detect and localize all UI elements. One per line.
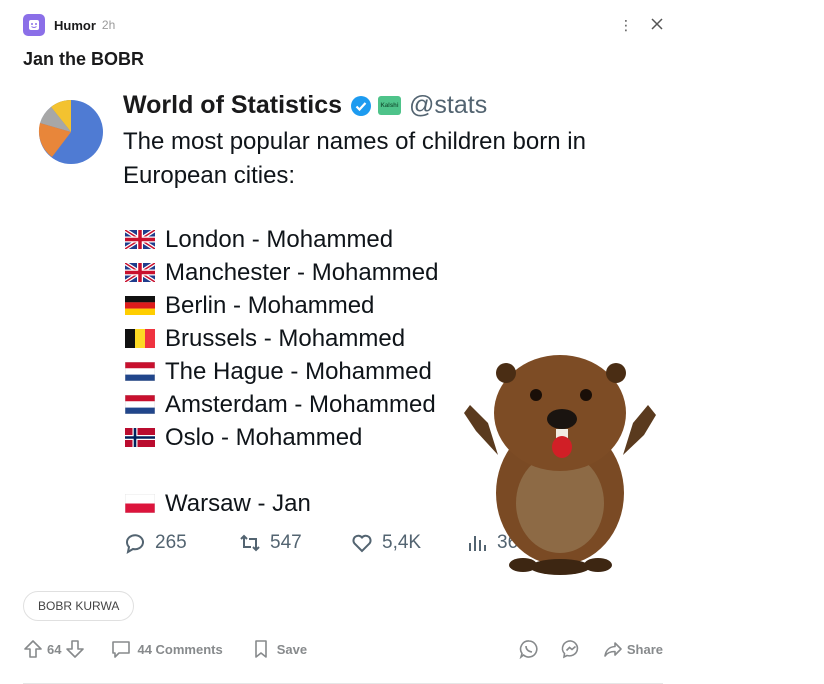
save-button[interactable]: Save	[251, 639, 307, 659]
author-name: World of Statistics	[123, 91, 343, 119]
close-icon[interactable]	[651, 17, 663, 33]
pie-chart-avatar	[38, 99, 103, 164]
netherlands-flag-icon	[125, 395, 155, 414]
kebab-icon[interactable]: ⋮	[619, 17, 633, 34]
germany-flag-icon	[125, 296, 155, 315]
community-icon[interactable]	[23, 14, 45, 36]
tweet-text: The most popular names of children born …	[123, 128, 586, 189]
vote-count: 64	[47, 641, 62, 657]
verified-icon	[351, 95, 372, 116]
whatsapp-icon[interactable]	[519, 639, 539, 659]
flair-tag[interactable]: BOBR KURWA	[23, 591, 135, 621]
uk-flag-icon	[125, 230, 155, 249]
norway-flag-icon	[125, 428, 155, 447]
list-item: Berlin - Mohammed	[125, 289, 438, 322]
tweet-author: World of Statistics Kalshi @stats	[123, 91, 487, 120]
belgium-flag-icon	[125, 329, 155, 348]
upvote-icon[interactable]	[23, 639, 43, 659]
share-icon	[604, 642, 622, 657]
list-item: Brussels - Mohammed	[125, 322, 438, 355]
poland-flag-icon	[125, 494, 155, 513]
list-item: Manchester - Mohammed	[125, 256, 438, 289]
post-header: Humor 2h ⋮	[23, 13, 663, 37]
community-name[interactable]: Humor	[54, 18, 96, 33]
comment-icon	[112, 641, 131, 658]
list-item: Warsaw - Jan	[125, 487, 438, 520]
sticker-badge: Kalshi	[378, 96, 402, 115]
like-stat: 5,4K	[350, 531, 465, 555]
reply-icon	[126, 534, 144, 555]
list-item: Amsterdam - Mohammed	[125, 388, 438, 421]
post-actions: 64 44 Comments Save Share	[23, 637, 663, 661]
netherlands-flag-icon	[125, 362, 155, 381]
city-list: London - Mohammed Manchester - Mohammed …	[125, 223, 438, 520]
downvote-icon[interactable]	[65, 639, 85, 659]
comments-button[interactable]: 44 Comments	[111, 639, 223, 659]
post-time: 2h	[101, 18, 116, 32]
share-button[interactable]: Share	[603, 639, 663, 659]
bookmark-icon	[254, 640, 267, 658]
reply-stat: 265	[123, 531, 238, 555]
uk-flag-icon	[125, 263, 155, 282]
author-handle: @stats	[409, 91, 488, 119]
messenger-icon[interactable]	[561, 639, 581, 659]
post-image[interactable]: World of Statistics Kalshi @stats The mo…	[23, 83, 663, 578]
list-item: The Hague - Mohammed	[125, 355, 438, 388]
list-item: London - Mohammed	[125, 223, 438, 256]
beaver-sticker	[464, 355, 656, 575]
list-item: Oslo - Mohammed	[125, 421, 438, 454]
like-icon	[352, 534, 372, 553]
retweet-stat: 547	[238, 531, 350, 555]
vote-group: 64	[23, 639, 85, 659]
post-title: Jan the BOBR	[23, 49, 145, 69]
retweet-icon	[240, 534, 260, 552]
